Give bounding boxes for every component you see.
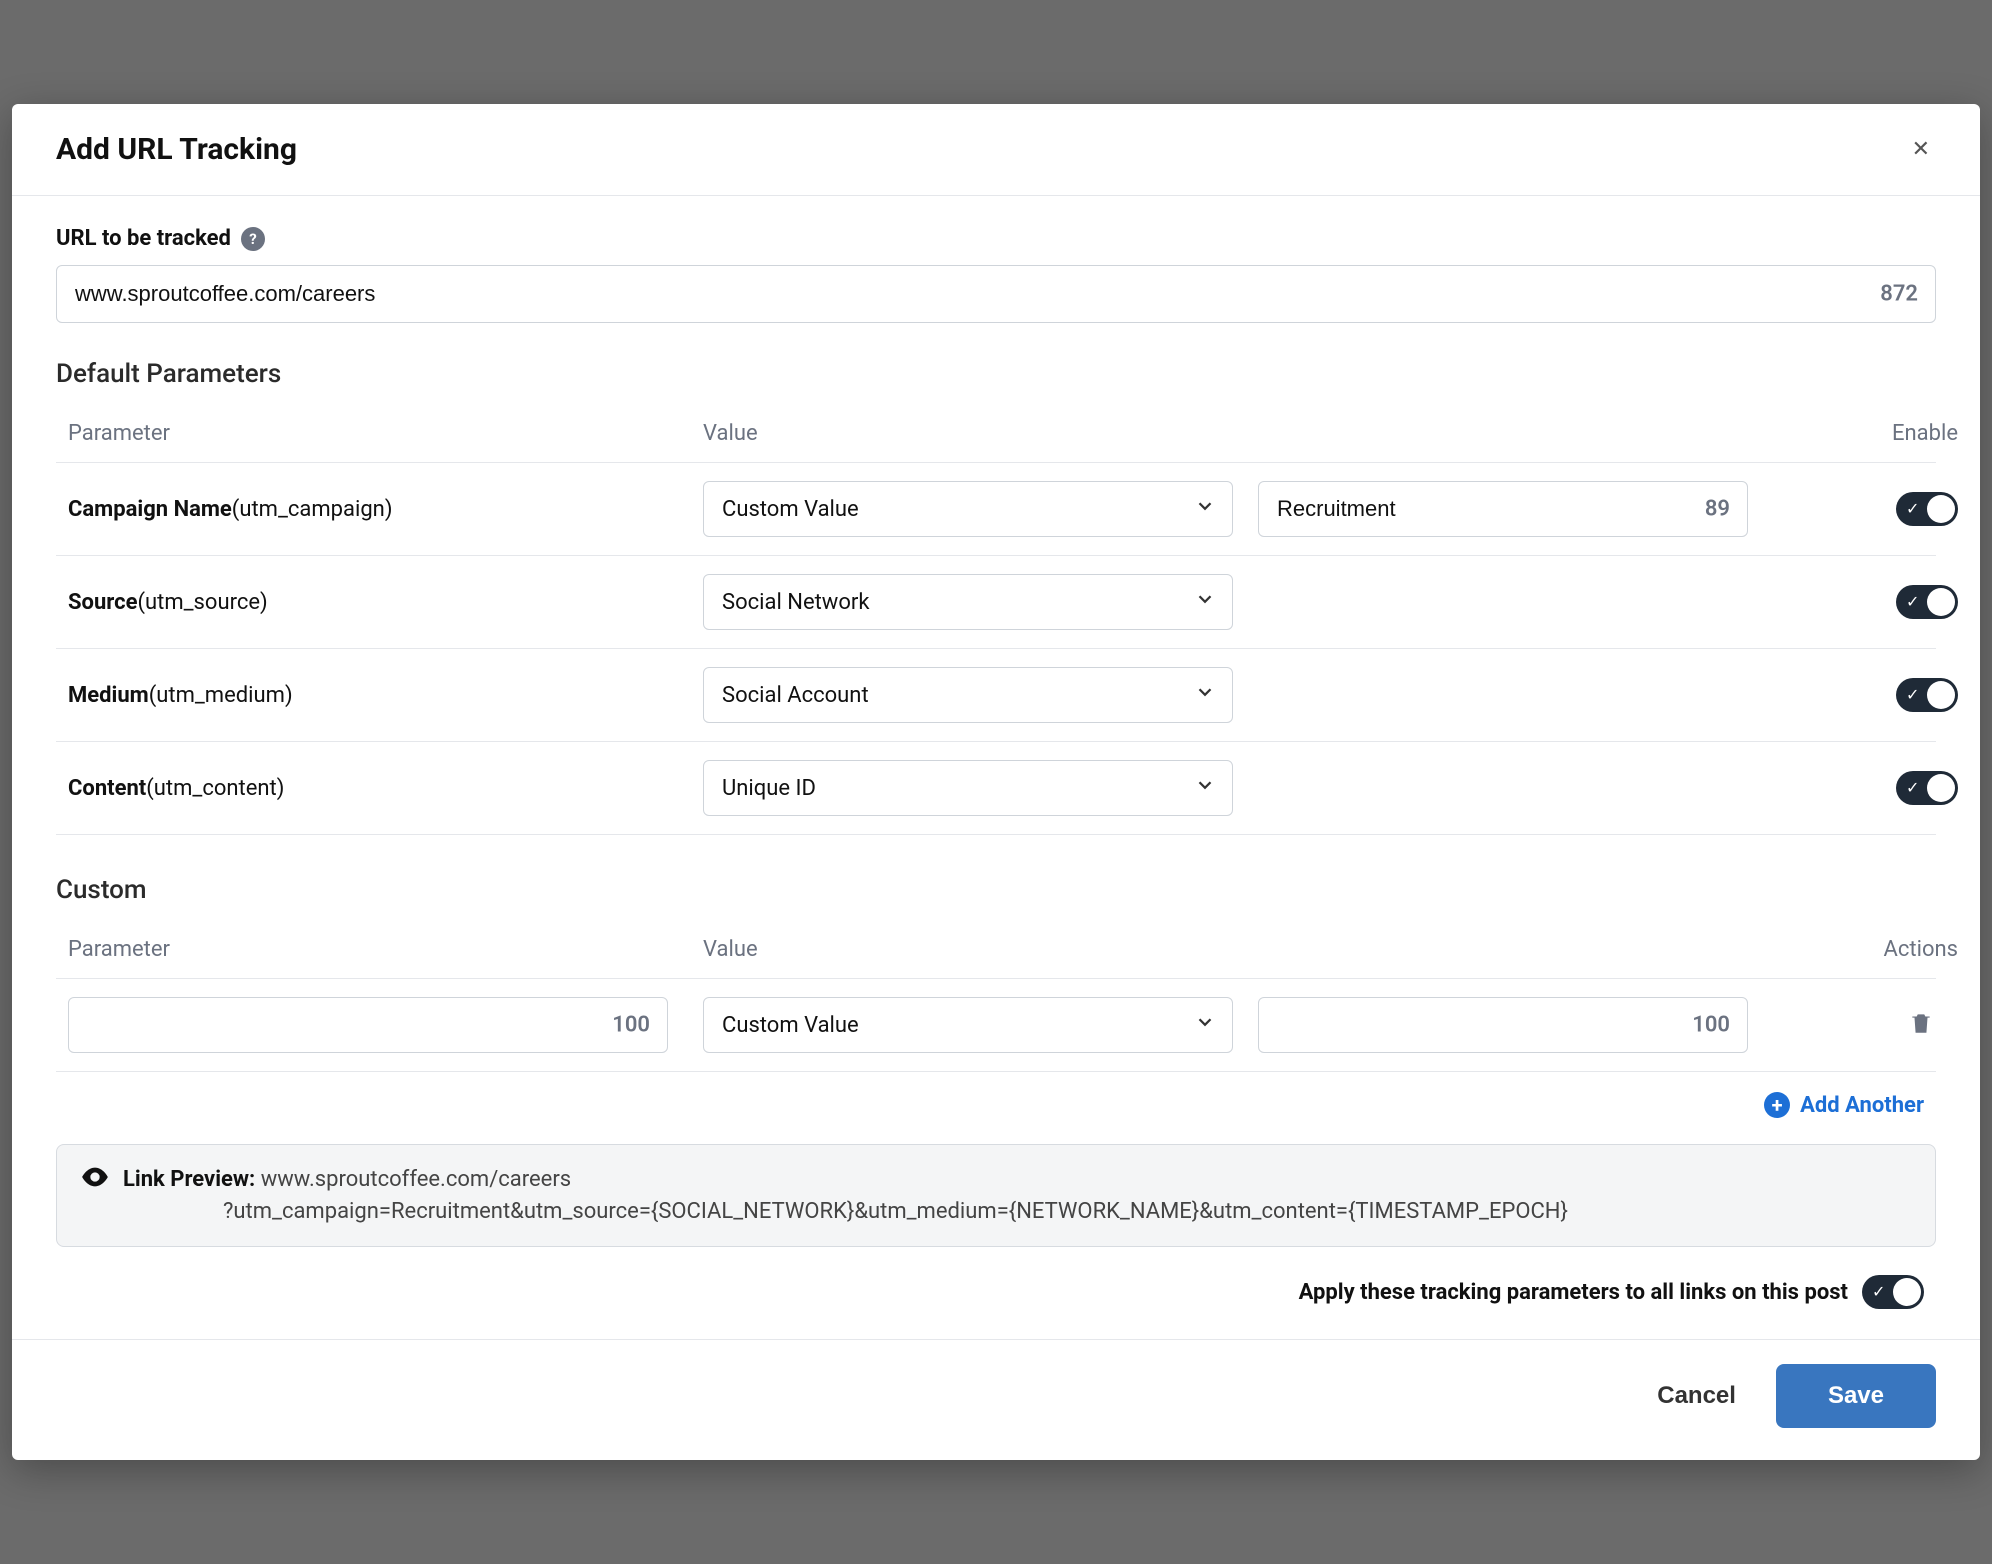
medium-label: Medium(utm_medium) (68, 683, 703, 708)
apply-all-toggle[interactable]: ✓ (1862, 1275, 1924, 1309)
content-value-select[interactable]: Unique ID (703, 760, 1233, 816)
url-char-counter: 872 (1880, 282, 1918, 307)
custom-param-counter: 100 (612, 1013, 650, 1038)
campaign-custom-input[interactable] (1258, 481, 1748, 537)
chevron-down-icon (1194, 681, 1216, 709)
content-enable-toggle[interactable]: ✓ (1896, 771, 1958, 805)
chevron-down-icon (1194, 774, 1216, 802)
apply-all-label: Apply these tracking parameters to all l… (1299, 1280, 1848, 1305)
check-icon: ✓ (1872, 1284, 1885, 1300)
check-icon: ✓ (1906, 594, 1919, 610)
custom-value-counter: 100 (1692, 1013, 1730, 1038)
col-parameter: Parameter (68, 421, 703, 446)
row-medium: Medium(utm_medium) Social Account ✓ (56, 649, 1936, 742)
row-source: Source(utm_source) Social Network ✓ (56, 556, 1936, 649)
custom-row: 100 Custom Value 100 (56, 979, 1936, 1072)
check-icon: ✓ (1906, 687, 1919, 703)
custom-value-input[interactable] (1258, 997, 1748, 1053)
content-label: Content(utm_content) (68, 776, 703, 801)
apply-all-row: Apply these tracking parameters to all l… (56, 1247, 1936, 1319)
source-enable-toggle[interactable]: ✓ (1896, 585, 1958, 619)
plus-circle-icon: + (1764, 1092, 1790, 1118)
url-field-label: URL to be tracked (56, 226, 231, 251)
custom-header: Parameter Value Actions (56, 921, 1936, 979)
check-icon: ✓ (1906, 501, 1919, 517)
chevron-down-icon (1194, 495, 1216, 523)
help-icon[interactable]: ? (241, 227, 265, 251)
campaign-enable-toggle[interactable]: ✓ (1896, 492, 1958, 526)
modal-body: URL to be tracked ? 872 Default Paramete… (12, 196, 1980, 1339)
cancel-button[interactable]: Cancel (1645, 1368, 1748, 1424)
custom-title: Custom (56, 875, 1936, 905)
modal-title: Add URL Tracking (56, 132, 297, 167)
col-value: Value (703, 421, 1258, 446)
url-input[interactable] (56, 265, 1936, 323)
campaign-custom-counter: 89 (1705, 497, 1730, 522)
modal-header: Add URL Tracking ✕ (12, 104, 1980, 196)
default-params-header: Parameter Value Enable (56, 405, 1936, 463)
add-another-button[interactable]: + Add Another (1764, 1092, 1924, 1118)
check-icon: ✓ (1906, 780, 1919, 796)
default-params-table: Parameter Value Enable Campaign Name(utm… (56, 405, 1936, 835)
col-custom-actions: Actions (1758, 937, 1958, 962)
chevron-down-icon (1194, 588, 1216, 616)
add-url-tracking-modal: Add URL Tracking ✕ URL to be tracked ? 8… (12, 104, 1980, 1460)
campaign-value-select[interactable]: Custom Value (703, 481, 1233, 537)
medium-enable-toggle[interactable]: ✓ (1896, 678, 1958, 712)
preview-label: Link Preview: (123, 1167, 255, 1192)
source-label: Source(utm_source) (68, 590, 703, 615)
link-preview-box: Link Preview: www.sproutcoffee.com/caree… (56, 1144, 1936, 1247)
custom-param-input[interactable] (68, 997, 668, 1053)
preview-query: ?utm_campaign=Recruitment&utm_source={SO… (223, 1199, 1911, 1224)
url-input-wrap: 872 (56, 265, 1936, 323)
preview-base-url: www.sproutcoffee.com/careers (261, 1167, 571, 1192)
trash-icon[interactable] (1908, 1009, 1934, 1041)
close-icon[interactable]: ✕ (1906, 133, 1936, 167)
custom-section: Custom Parameter Value Actions 100 Custo… (56, 875, 1936, 1134)
col-enable: Enable (1758, 421, 1958, 446)
source-value-select[interactable]: Social Network (703, 574, 1233, 630)
campaign-label: Campaign Name(utm_campaign) (68, 497, 703, 522)
url-label-row: URL to be tracked ? (56, 226, 1936, 251)
default-params-title: Default Parameters (56, 359, 1936, 389)
save-button[interactable]: Save (1776, 1364, 1936, 1428)
chevron-down-icon (1194, 1011, 1216, 1039)
col-custom-parameter: Parameter (68, 937, 703, 962)
row-campaign: Campaign Name(utm_campaign) Custom Value… (56, 463, 1936, 556)
eye-icon (81, 1167, 109, 1193)
custom-value-select[interactable]: Custom Value (703, 997, 1233, 1053)
modal-footer: Cancel Save (12, 1339, 1980, 1460)
medium-value-select[interactable]: Social Account (703, 667, 1233, 723)
campaign-custom-wrap: 89 (1258, 481, 1748, 537)
row-content: Content(utm_content) Unique ID ✓ (56, 742, 1936, 835)
col-custom-value: Value (703, 937, 1258, 962)
